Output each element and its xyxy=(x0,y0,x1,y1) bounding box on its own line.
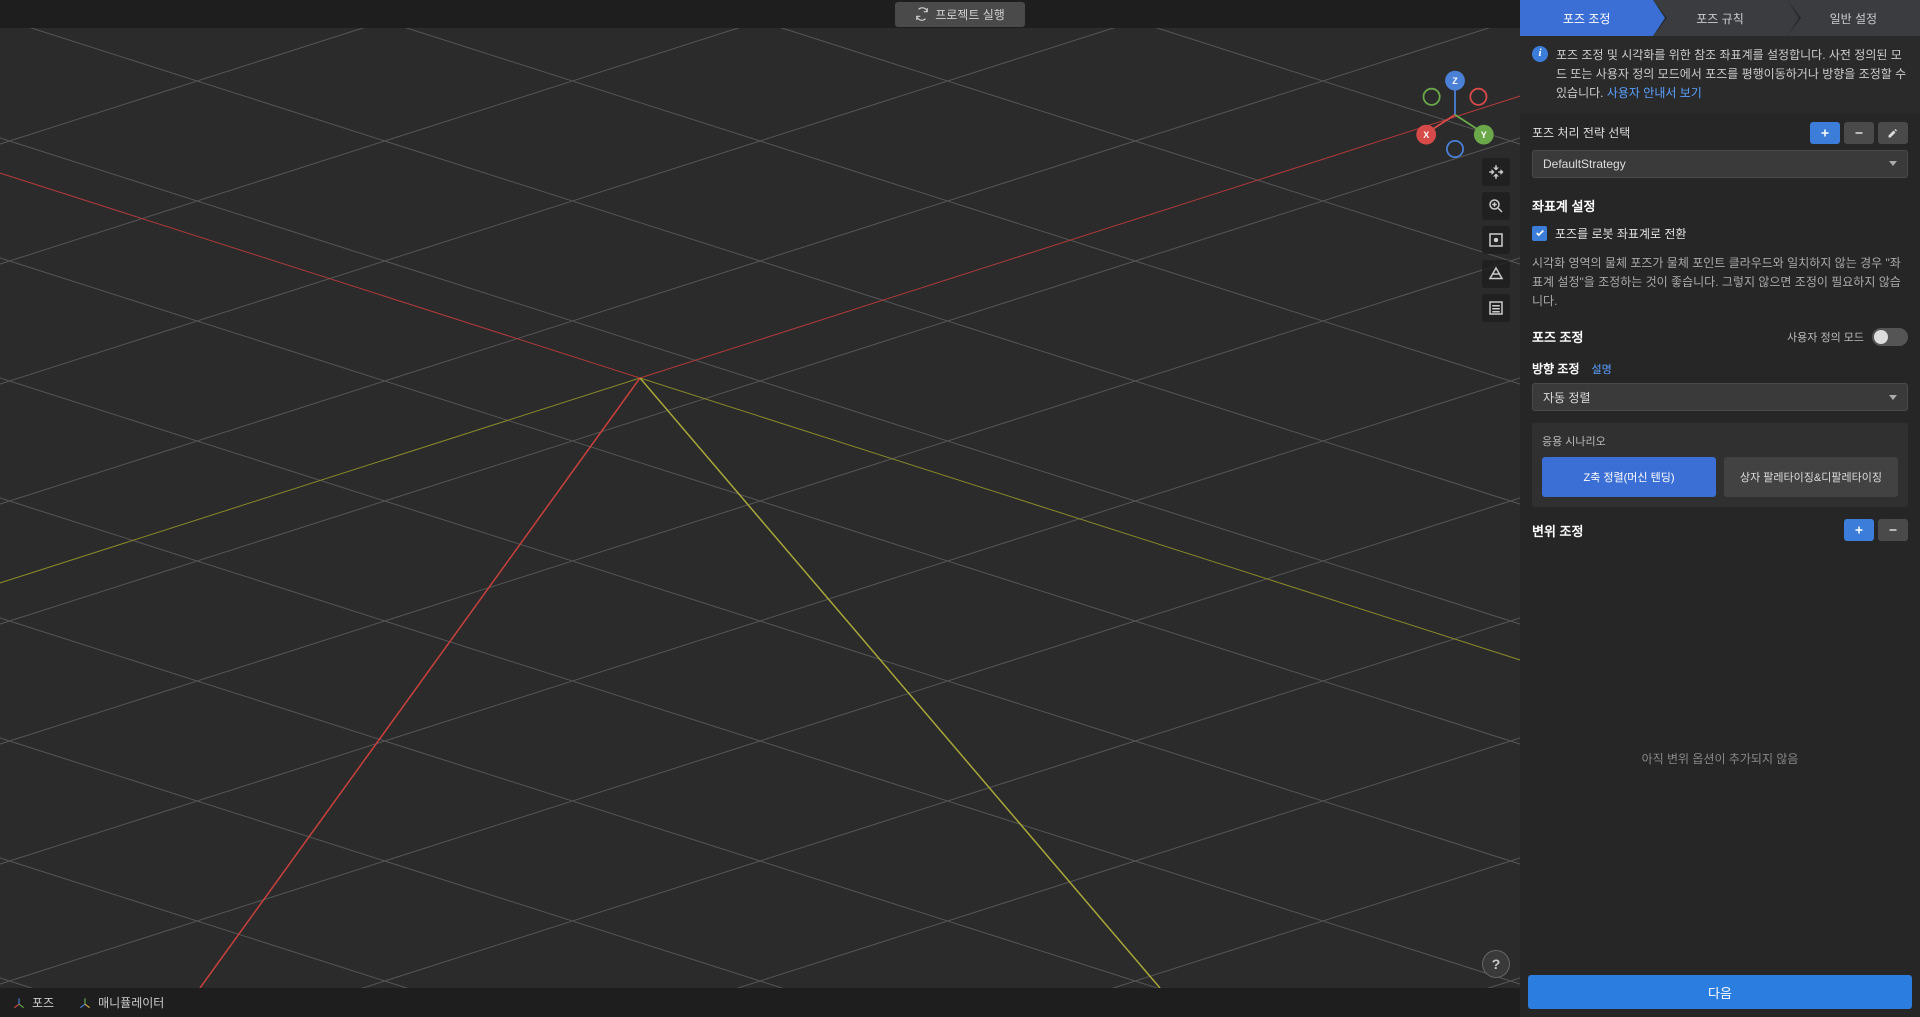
custom-mode-label: 사용자 정의 모드 xyxy=(1787,329,1864,345)
pose-axes-icon xyxy=(12,996,26,1010)
viewport-toolbar xyxy=(1482,158,1510,322)
translation-row: 변위 조정 xyxy=(1520,511,1920,549)
status-pose[interactable]: 포즈 xyxy=(12,994,54,1011)
coord-checkbox[interactable] xyxy=(1532,226,1547,241)
right-panel: 포즈 조정 포즈 규칙 일반 설정 i 포즈 조정 및 시각화를 위한 참조 좌… xyxy=(1520,0,1920,1017)
scenario-z-align-button[interactable]: Z축 정렬(머신 텐딩) xyxy=(1542,457,1716,497)
svg-text:X: X xyxy=(1423,130,1429,140)
strategy-label: 포즈 처리 전략 선택 xyxy=(1532,124,1630,141)
info-icon: i xyxy=(1532,46,1548,62)
info-box: i 포즈 조정 및 시각화를 위한 참조 좌표계를 설정합니다. 사전 정의된 … xyxy=(1520,36,1920,114)
orientation-title: 방향 조정 xyxy=(1532,360,1580,377)
wizard-steps: 포즈 조정 포즈 규칙 일반 설정 xyxy=(1520,0,1920,36)
orientation-section: 방향 조정 설명 xyxy=(1520,354,1920,383)
svg-text:Z: Z xyxy=(1452,76,1458,86)
plus-icon xyxy=(1853,524,1865,536)
scenario-box: 응용 시나리오 Z축 정렬(머신 텐딩) 상자 팔레타이징&디팔레타이징 xyxy=(1532,423,1908,507)
orientation-select-value: 자동 정렬 xyxy=(1543,389,1591,406)
zoom-tool[interactable] xyxy=(1482,192,1510,220)
scenario-palletizing-button[interactable]: 상자 팔레타이징&디팔레타이징 xyxy=(1724,457,1898,497)
wizard-step-general[interactable]: 일반 설정 xyxy=(1787,0,1920,36)
list-tool[interactable] xyxy=(1482,294,1510,322)
chevron-down-icon xyxy=(1889,161,1897,166)
pose-adjust-row: 포즈 조정 사용자 정의 모드 xyxy=(1520,319,1920,354)
status-pose-label: 포즈 xyxy=(32,994,54,1011)
help-button[interactable]: ? xyxy=(1482,950,1510,978)
run-project-button[interactable]: 프로젝트 실행 xyxy=(895,2,1025,27)
translation-empty: 아직 변위 옵션이 추가되지 않음 xyxy=(1520,549,1920,967)
plus-icon xyxy=(1819,127,1831,139)
coord-checkbox-row: 포즈를 로봇 좌표계로 전환 xyxy=(1520,221,1920,246)
axis-indicator[interactable]: Z X Y xyxy=(1410,68,1500,158)
wizard-step-pose-rules[interactable]: 포즈 규칙 xyxy=(1653,0,1786,36)
strategy-select-value: DefaultStrategy xyxy=(1543,157,1626,171)
viewport-3d[interactable]: Z X Y ? xyxy=(0,28,1520,988)
strategy-add-button[interactable] xyxy=(1810,122,1840,144)
grid-floor xyxy=(0,28,1520,988)
run-project-label: 프로젝트 실행 xyxy=(935,6,1005,23)
svg-text:Y: Y xyxy=(1481,130,1487,140)
strategy-remove-button[interactable] xyxy=(1844,122,1874,144)
scenario-label: 응용 시나리오 xyxy=(1542,433,1898,449)
orientation-help-link[interactable]: 설명 xyxy=(1592,361,1612,377)
coord-checkbox-label: 포즈를 로봇 좌표계로 전환 xyxy=(1555,225,1686,242)
user-guide-link[interactable]: 사용자 안내서 보기 xyxy=(1607,86,1702,100)
translation-title: 변위 조정 xyxy=(1532,521,1583,540)
next-button[interactable]: 다음 xyxy=(1528,975,1912,1009)
custom-mode-toggle[interactable] xyxy=(1872,328,1908,346)
info-text: 포즈 조정 및 시각화를 위한 참조 좌표계를 설정합니다. 사전 정의된 모드… xyxy=(1556,46,1908,104)
statusbar: 포즈 매니퓰레이터 xyxy=(0,988,1520,1017)
pencil-icon xyxy=(1887,127,1899,139)
pose-adjust-title: 포즈 조정 xyxy=(1532,327,1583,346)
status-manipulator[interactable]: 매니퓰레이터 xyxy=(78,994,164,1011)
wizard-step-pose-adjust[interactable]: 포즈 조정 xyxy=(1520,0,1653,36)
chevron-down-icon xyxy=(1889,395,1897,400)
minus-icon xyxy=(1853,127,1865,139)
pan-tool[interactable] xyxy=(1482,158,1510,186)
status-manipulator-label: 매니퓰레이터 xyxy=(98,994,164,1011)
fit-tool[interactable] xyxy=(1482,226,1510,254)
strategy-select[interactable]: DefaultStrategy xyxy=(1532,150,1908,178)
coord-note: 시각화 영역의 물체 포즈가 물체 포인트 클라우드와 일치하지 않는 경우 "… xyxy=(1520,246,1920,320)
manipulator-icon xyxy=(78,996,92,1010)
check-icon xyxy=(1535,228,1545,238)
strategy-section: 포즈 처리 전략 선택 DefaultStrategy xyxy=(1520,114,1920,186)
minus-icon xyxy=(1887,524,1899,536)
translation-remove-button[interactable] xyxy=(1878,519,1908,541)
perspective-tool[interactable] xyxy=(1482,260,1510,288)
translation-add-button[interactable] xyxy=(1844,519,1874,541)
refresh-icon xyxy=(915,7,929,21)
coord-title: 좌표계 설정 xyxy=(1520,186,1920,221)
orientation-select[interactable]: 자동 정렬 xyxy=(1532,383,1908,411)
strategy-edit-button[interactable] xyxy=(1878,122,1908,144)
